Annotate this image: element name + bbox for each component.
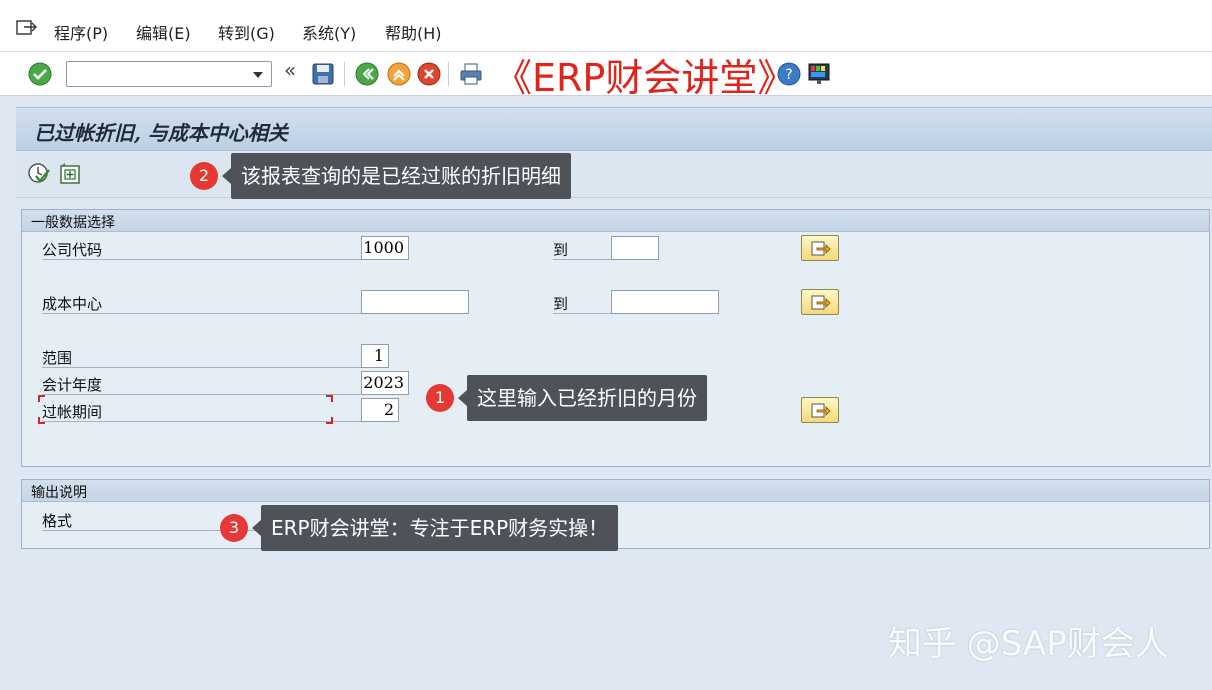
menu-system[interactable]: 系统(Y) xyxy=(302,20,356,44)
cost-center-input[interactable] xyxy=(361,290,469,314)
fiscal-year-input[interactable]: 2023 xyxy=(361,371,409,395)
cost-center-to-input[interactable] xyxy=(611,290,719,314)
chevron-down-icon[interactable] xyxy=(253,72,263,78)
group-header: 一般数据选择 xyxy=(22,210,1209,232)
callout-slogan: ERP财会讲堂：专注于ERP财务实操！ xyxy=(251,505,619,551)
execute-icon[interactable] xyxy=(27,162,51,186)
selection-options-icon[interactable] xyxy=(58,162,82,186)
print-icon[interactable] xyxy=(458,61,484,87)
save-icon[interactable] xyxy=(310,61,336,87)
menu-edit[interactable]: 编辑(E) xyxy=(136,20,191,44)
cost-center-label: 成本中心 xyxy=(42,290,362,314)
toolbar-separator xyxy=(344,62,345,86)
area-input[interactable]: 1 xyxy=(361,344,389,368)
multiple-selection-button[interactable] xyxy=(801,235,839,261)
menu-help[interactable]: 帮助(H) xyxy=(385,20,442,44)
callout-badge-1: 1 xyxy=(426,384,454,412)
toolbar-separator xyxy=(448,62,449,86)
company-code-to-input[interactable] xyxy=(611,236,659,260)
menu-program[interactable]: 程序(P) xyxy=(54,20,108,44)
exit-icon[interactable] xyxy=(16,18,38,36)
cancel-icon[interactable] xyxy=(416,61,442,87)
chevron-double-left-icon[interactable]: « xyxy=(284,58,296,82)
callout-badge-2: 2 xyxy=(190,162,218,190)
exit-up-icon[interactable] xyxy=(386,61,412,87)
group-header: 输出说明 xyxy=(22,480,1209,502)
multiple-selection-icon xyxy=(811,241,831,256)
watermark-title: 《ERP财会讲堂》 xyxy=(494,56,796,100)
layout-settings-icon[interactable] xyxy=(806,61,832,87)
callout-badge-3: 3 xyxy=(220,514,248,542)
title-bar: 已过帐折旧, 与成本中心相关 xyxy=(16,107,1212,151)
command-input[interactable] xyxy=(71,63,251,85)
company-code-label: 公司代码 xyxy=(42,236,362,260)
fiscal-year-label: 会计年度 xyxy=(42,371,362,395)
enter-check-icon[interactable] xyxy=(27,61,53,87)
posting-period-label: 过帐期间 xyxy=(42,398,362,422)
menu-goto[interactable]: 转到(G) xyxy=(218,20,275,44)
multiple-selection-button[interactable] xyxy=(801,397,839,423)
company-code-input[interactable]: 1000 xyxy=(361,236,409,260)
zhihu-watermark: 知乎 @SAP财会人 xyxy=(888,624,1169,664)
multiple-selection-icon xyxy=(811,403,831,418)
multiple-selection-button[interactable] xyxy=(801,289,839,315)
multiple-selection-icon xyxy=(811,295,831,310)
page-title: 已过帐折旧, 与成本中心相关 xyxy=(34,121,288,145)
callout-posted-depreciation: 该报表查询的是已经过账的折旧明细 xyxy=(222,153,571,199)
posting-period-input[interactable]: 2 xyxy=(361,398,399,422)
menu-bar: 程序(P) 编辑(E) 转到(G) 系统(Y) 帮助(H) xyxy=(0,0,1212,52)
callout-period-hint: 这里输入已经折旧的月份 xyxy=(458,375,707,421)
area-label: 范围 xyxy=(42,344,362,368)
cost-center-to-label: 到 xyxy=(553,290,613,314)
command-field[interactable] xyxy=(66,61,272,87)
back-icon[interactable] xyxy=(354,61,380,87)
company-code-to-label: 到 xyxy=(553,236,613,260)
